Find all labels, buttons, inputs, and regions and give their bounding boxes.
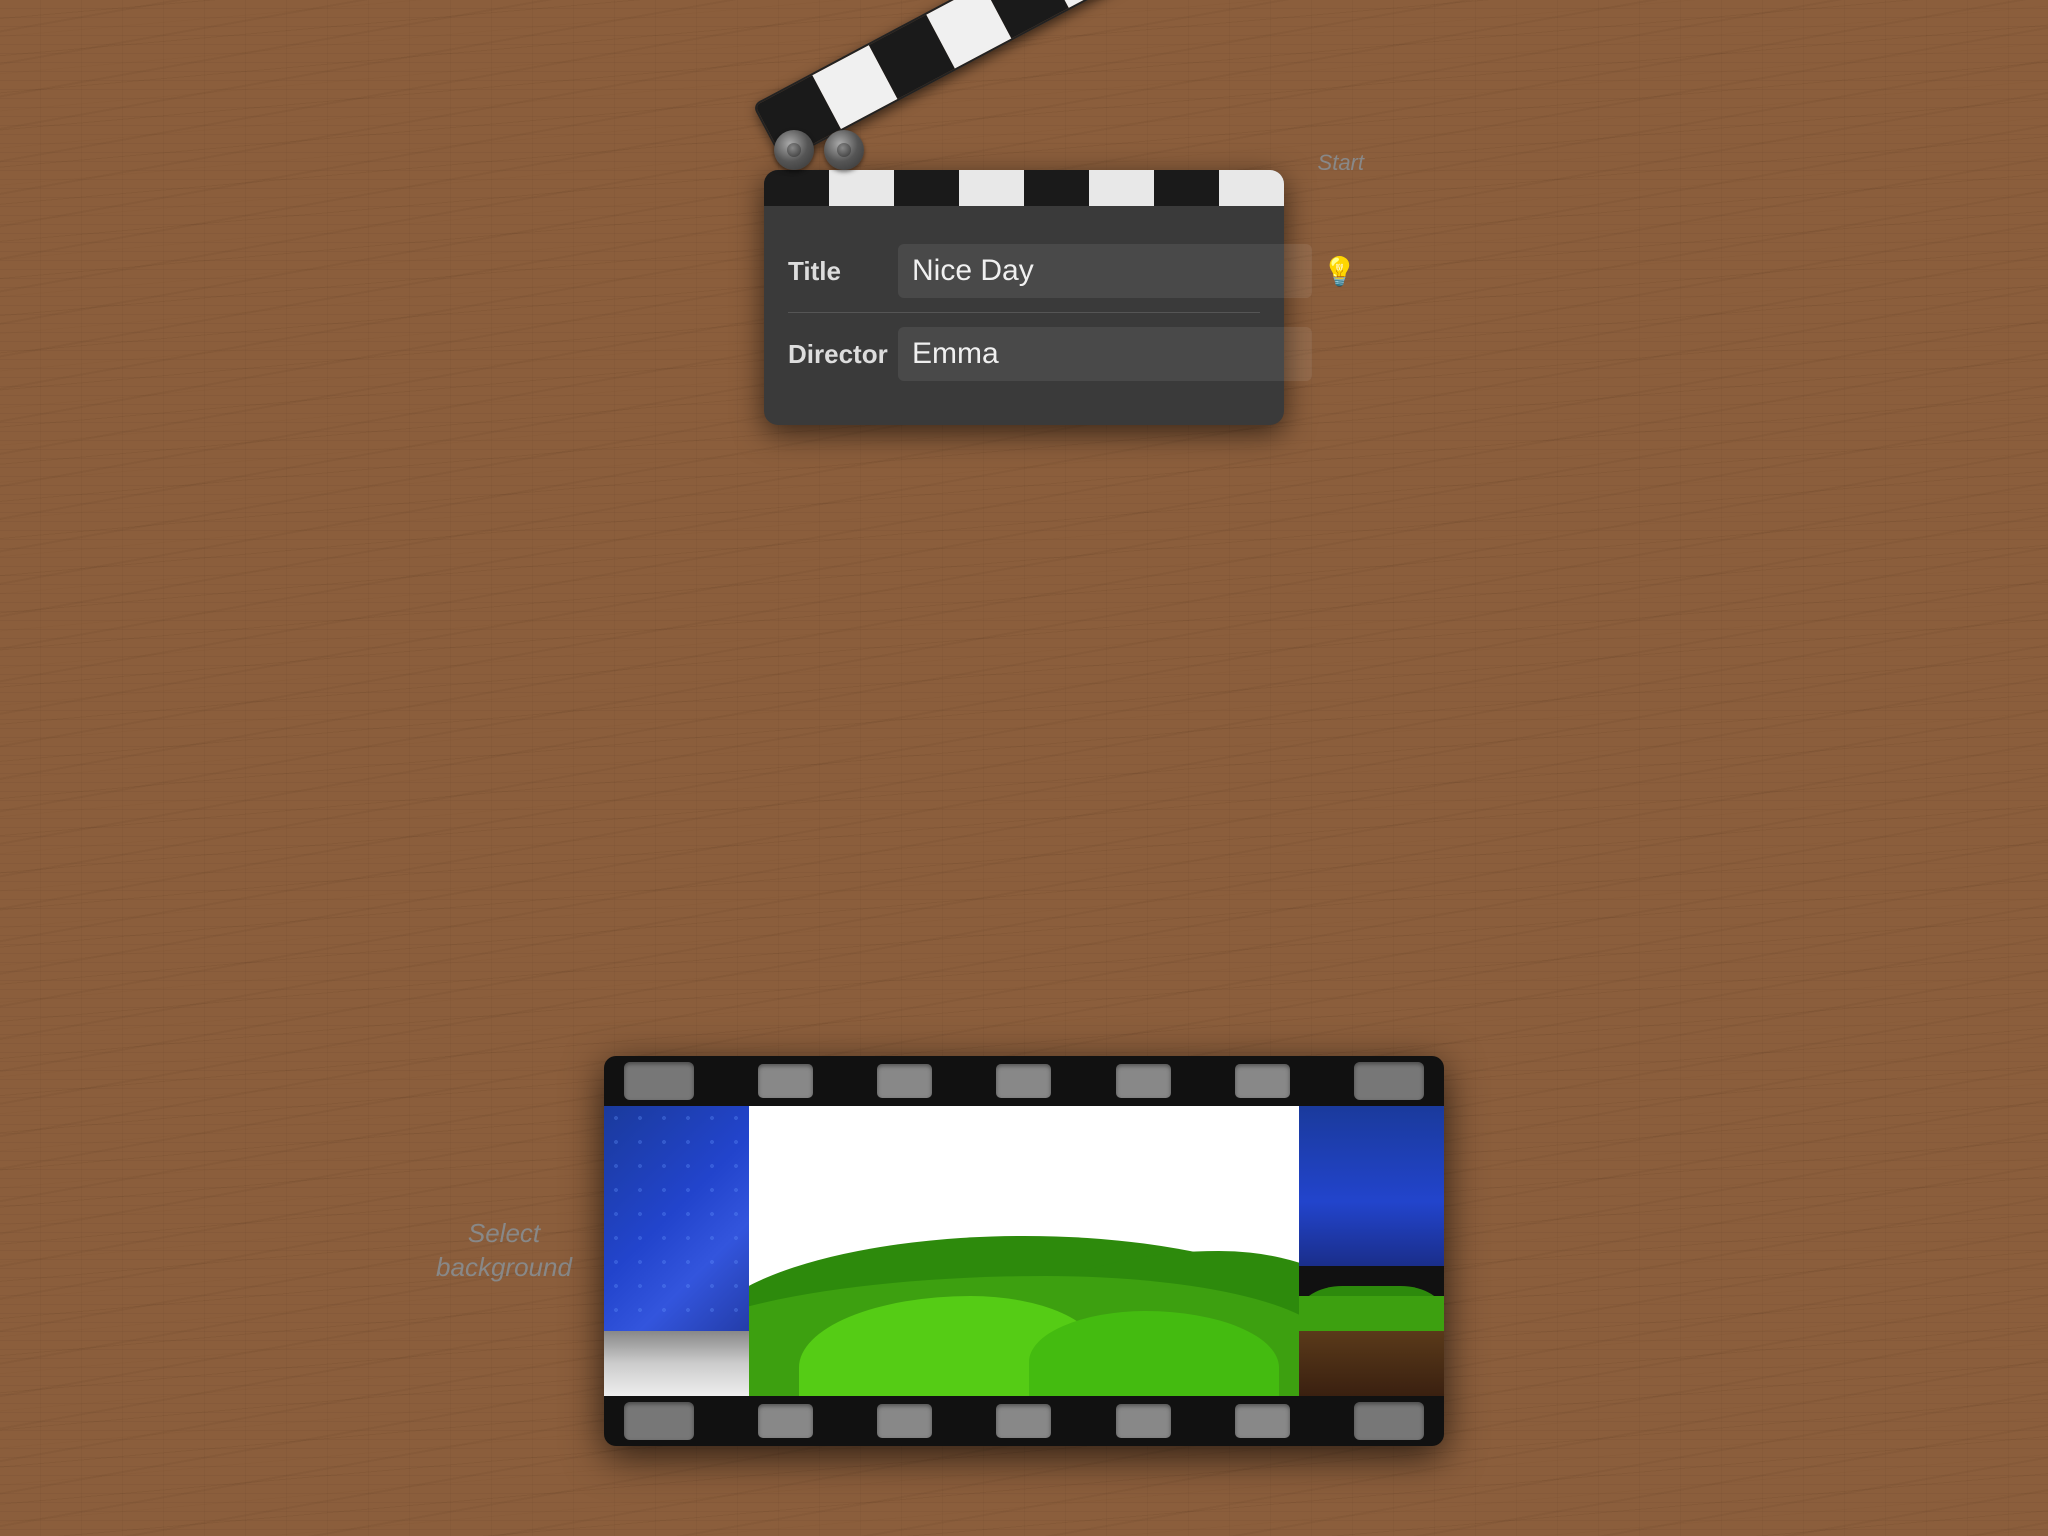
- film-strip[interactable]: [604, 1056, 1444, 1446]
- side-frame-left[interactable]: [604, 1106, 749, 1396]
- hinge-inner-left: [787, 143, 801, 157]
- film-hole-top-3: [996, 1064, 1051, 1098]
- side-frame-left-bottom: [604, 1331, 749, 1396]
- film-hole-top-1: [758, 1064, 813, 1098]
- film-hole-top-4: [1116, 1064, 1171, 1098]
- title-label: Title: [788, 256, 898, 287]
- corner-hole-bottom-left: [624, 1402, 694, 1440]
- film-hole-top-5: [1235, 1064, 1290, 1098]
- filmstrip-section: Select background: [604, 1056, 1444, 1446]
- right-top-blue: [1299, 1106, 1444, 1266]
- corner-hole-top-right: [1354, 1062, 1424, 1100]
- hinge-left: [774, 130, 814, 170]
- right-green-strip: [1299, 1296, 1444, 1336]
- hinge-inner-right: [837, 143, 851, 157]
- film-holes-top: [604, 1056, 1444, 1106]
- film-hole-bottom-2: [877, 1404, 932, 1438]
- director-field-row: Director: [788, 313, 1260, 395]
- clapper-stick[interactable]: [752, 0, 1242, 162]
- film-hole-bottom-4: [1116, 1404, 1171, 1438]
- select-background-label[interactable]: Select background: [429, 1217, 579, 1285]
- clapperboard: Start: [764, 60, 1284, 425]
- hinge-right: [824, 130, 864, 170]
- film-holes-bottom: [604, 1396, 1444, 1446]
- clapper-stick-stripes: [752, 0, 1242, 162]
- film-hole-bottom-5: [1235, 1404, 1290, 1438]
- clapper-fields: Title 💡 Director: [788, 230, 1260, 395]
- film-frames-row: [604, 1106, 1444, 1396]
- title-field-row: Title 💡: [788, 230, 1260, 313]
- title-input[interactable]: [898, 244, 1312, 298]
- clapper-top: [764, 60, 1284, 180]
- bulb-icon[interactable]: 💡: [1322, 255, 1357, 288]
- start-label[interactable]: Start: [1318, 150, 1364, 176]
- director-input[interactable]: [898, 327, 1312, 381]
- landscape-background: [749, 1106, 1299, 1396]
- clapper-body: Title 💡 Director: [764, 170, 1284, 425]
- right-brown: [1299, 1331, 1444, 1396]
- film-hole-bottom-3: [996, 1404, 1051, 1438]
- corner-hole-bottom-right: [1354, 1402, 1424, 1440]
- center-frame[interactable]: [749, 1106, 1299, 1396]
- director-label: Director: [788, 339, 898, 370]
- side-frame-right[interactable]: [1299, 1106, 1444, 1396]
- film-hole-bottom-1: [758, 1404, 813, 1438]
- film-hole-top-2: [877, 1064, 932, 1098]
- main-container: Start: [0, 0, 2048, 1536]
- corner-hole-top-left: [624, 1062, 694, 1100]
